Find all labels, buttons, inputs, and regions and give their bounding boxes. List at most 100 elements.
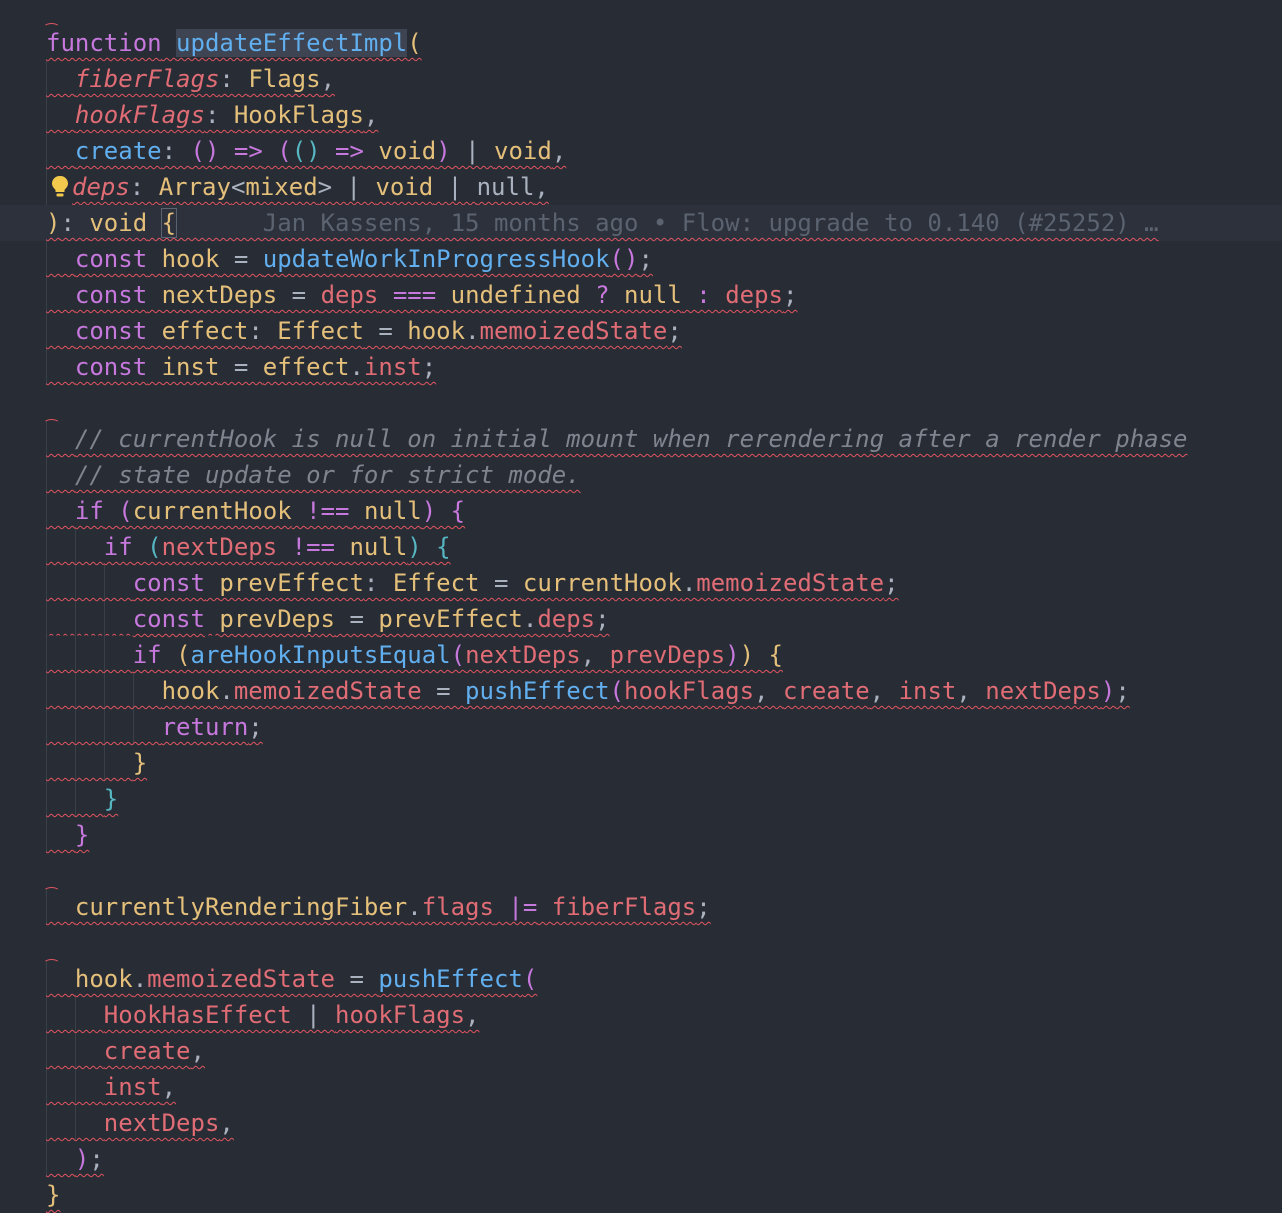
code-token: ; xyxy=(1115,677,1130,705)
code-token: , xyxy=(551,137,567,165)
code-line[interactable]: const prevEffect: Effect = currentHook.m… xyxy=(0,565,1282,601)
code-token: ) xyxy=(725,641,740,669)
code-token: = xyxy=(335,605,379,633)
code-token: . xyxy=(132,965,148,993)
code-line[interactable]: } xyxy=(0,745,1282,781)
code-token: ) xyxy=(436,137,451,165)
code-line[interactable]: if (nextDeps !== null) { xyxy=(0,529,1282,565)
code-line[interactable]: } xyxy=(0,1177,1282,1213)
code-text: } xyxy=(46,817,89,853)
code-token: , xyxy=(534,173,549,201)
code-token: ? xyxy=(595,281,610,309)
diagnostic-marker-icon: ⁀ xyxy=(46,24,58,40)
code-line[interactable] xyxy=(0,385,1282,421)
code-editor[interactable]: function updateEffectImpl(⁀ fiberFlags: … xyxy=(0,0,1282,1209)
code-line[interactable]: ): void { Jan Kassens, 15 months ago • F… xyxy=(0,205,1282,241)
code-token: ; xyxy=(782,281,798,309)
code-line[interactable]: HookHasEffect | hookFlags, xyxy=(0,997,1282,1033)
code-token: updateEffectImpl xyxy=(176,29,408,57)
code-token: deps xyxy=(320,281,379,309)
lightbulb-icon[interactable] xyxy=(50,175,70,199)
code-line[interactable]: hook.memoizedState = pushEffect(⁀ xyxy=(0,961,1282,997)
code-line[interactable] xyxy=(0,925,1282,961)
code-token: fiberFlags xyxy=(74,65,220,93)
code-line[interactable]: if (areHookInputsEqual(nextDeps, prevDep… xyxy=(0,637,1282,673)
code-line[interactable]: } xyxy=(0,781,1282,817)
code-token: prevDeps xyxy=(609,641,726,669)
code-line[interactable]: const prevDeps = prevEffect.deps; xyxy=(0,601,1282,637)
code-token: nextDeps xyxy=(161,281,278,309)
code-token: = xyxy=(421,677,466,705)
code-line[interactable]: function updateEffectImpl(⁀ xyxy=(0,25,1282,61)
code-line[interactable]: // state update or for strict mode. xyxy=(0,457,1282,493)
code-token: // currentHook is null on initial mount … xyxy=(74,425,1188,453)
code-token: void xyxy=(375,173,434,201)
code-token: nextDeps xyxy=(985,677,1101,705)
code-token: ( xyxy=(147,533,162,561)
code-token: areHookInputsEqual xyxy=(190,641,451,669)
code-token: prevEffect xyxy=(219,569,364,597)
code-token: effect xyxy=(262,353,350,381)
code-line[interactable]: } xyxy=(0,817,1282,853)
code-token: create xyxy=(103,1037,191,1065)
code-line[interactable]: currentlyRenderingFiber.flags |= fiberFl… xyxy=(0,889,1282,925)
code-text: ); xyxy=(46,1141,104,1177)
code-token: inst xyxy=(103,1073,162,1101)
code-token: ; xyxy=(884,569,899,597)
code-line[interactable]: create: () => (() => void) | void, xyxy=(0,133,1282,169)
code-line[interactable]: const hook = updateWorkInProgressHook(); xyxy=(0,241,1282,277)
code-line[interactable]: nextDeps, xyxy=(0,1105,1282,1141)
code-token: : xyxy=(204,101,234,129)
code-token: | xyxy=(291,1001,335,1029)
code-line[interactable]: if (currentHook !== null) { xyxy=(0,493,1282,529)
code-line[interactable]: deps: Array<mixed> | void | null, xyxy=(0,169,1282,205)
code-token: inst xyxy=(898,677,957,705)
code-line[interactable]: create, xyxy=(0,1033,1282,1069)
code-token: hook xyxy=(407,317,466,345)
code-token: hookFlags xyxy=(624,677,755,705)
code-text: function updateEffectImpl( xyxy=(46,25,422,61)
code-token: hook xyxy=(161,245,220,273)
code-line[interactable]: const effect: Effect = hook.memoizedStat… xyxy=(0,313,1282,349)
code-token: , xyxy=(869,677,899,705)
code-token: create xyxy=(782,677,870,705)
code-line[interactable]: // currentHook is null on initial mount … xyxy=(0,421,1282,457)
code-token: ( xyxy=(407,29,422,57)
code-token: () xyxy=(609,245,639,273)
code-token: if xyxy=(132,641,162,669)
code-token: , xyxy=(190,1037,205,1065)
code-text: hook.memoizedState = pushEffect(hookFlag… xyxy=(46,673,1130,709)
code-line[interactable]: fiberFlags: Flags, xyxy=(0,61,1282,97)
code-token: nextDeps xyxy=(161,533,278,561)
git-blame-annotation[interactable]: Jan Kassens, 15 months ago • Flow: upgra… xyxy=(176,209,1159,237)
code-line[interactable] xyxy=(0,853,1282,889)
code-token: => xyxy=(233,137,263,165)
code-line[interactable]: ); xyxy=(0,1141,1282,1177)
code-line[interactable]: return; xyxy=(0,709,1282,745)
code-token: inst xyxy=(363,353,422,381)
code-token: () xyxy=(190,137,220,165)
code-line[interactable]: hookFlags: HookFlags, xyxy=(0,97,1282,133)
code-line[interactable]: const inst = effect.inst; xyxy=(0,349,1282,385)
code-text: hook.memoizedState = pushEffect( xyxy=(46,961,537,997)
code-line[interactable]: const nextDeps = deps === undefined ? nu… xyxy=(0,277,1282,313)
code-line[interactable]: hook.memoizedState = pushEffect(hookFlag… xyxy=(0,673,1282,709)
code-token: ; xyxy=(421,353,437,381)
code-token: function xyxy=(46,29,162,57)
code-token: => xyxy=(335,137,364,165)
code-token: null xyxy=(624,281,682,309)
code-line[interactable]: inst, xyxy=(0,1069,1282,1105)
